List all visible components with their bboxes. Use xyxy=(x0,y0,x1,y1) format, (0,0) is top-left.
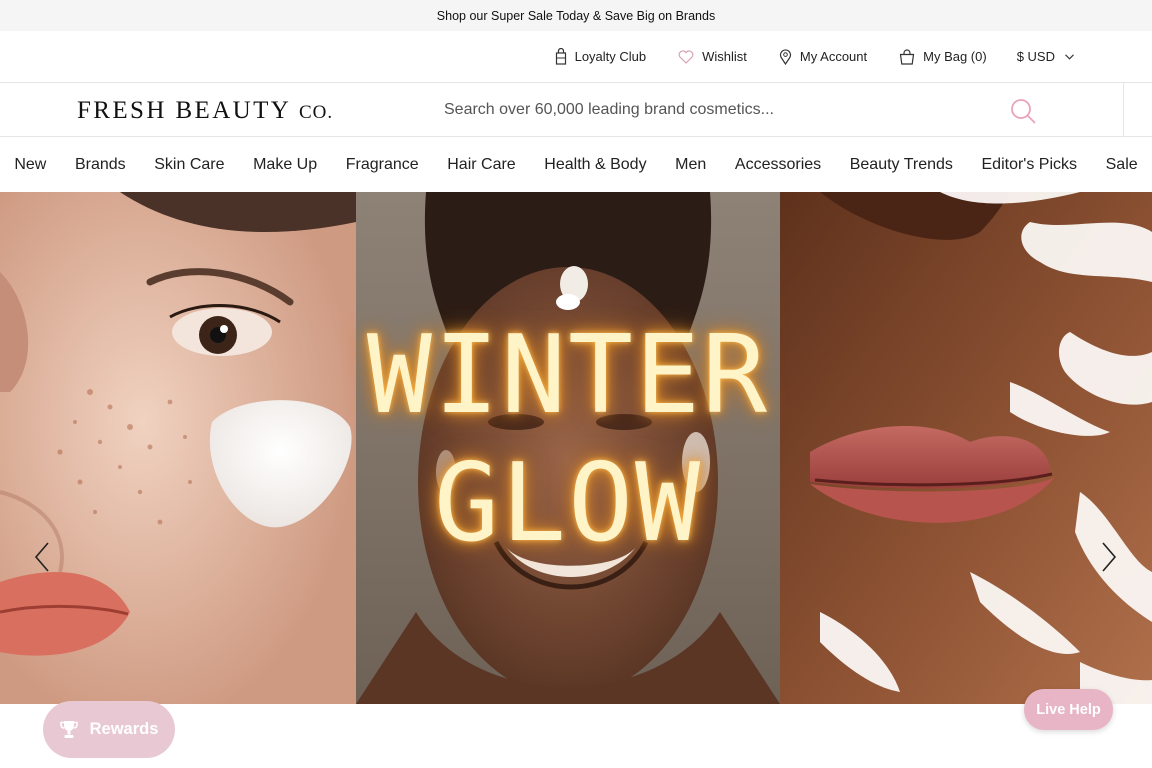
search-button[interactable] xyxy=(1008,96,1040,126)
search-icon xyxy=(1011,99,1036,124)
nav-item-accessories[interactable]: Accessories xyxy=(735,156,821,174)
promo-bar: Shop our Super Sale Today & Save Big on … xyxy=(0,0,1152,31)
my-account-link[interactable]: My Account xyxy=(779,48,868,65)
chevron-right-icon xyxy=(1102,542,1117,572)
hero-headline: WINTER GLOW xyxy=(356,312,780,568)
loyalty-club-label: Loyalty Club xyxy=(574,49,647,64)
nav-item-skin-care[interactable]: Skin Care xyxy=(154,156,224,174)
freckled-face-illustration xyxy=(0,192,356,704)
logo-main-text: FRESH BEAUTY xyxy=(77,97,299,124)
bag-icon xyxy=(899,48,915,65)
logo-suffix-text: CO. xyxy=(298,102,334,123)
nav-item-new[interactable]: New xyxy=(14,156,46,174)
chevron-left-icon xyxy=(34,542,49,572)
nav-item-brands[interactable]: Brands xyxy=(75,156,126,174)
chevron-down-icon xyxy=(1065,53,1074,60)
my-account-label: My Account xyxy=(799,49,868,64)
nav-item-make-up[interactable]: Make Up xyxy=(253,156,317,174)
header-search-row: FRESH BEAUTY CO. xyxy=(0,83,1152,137)
search-input[interactable] xyxy=(430,93,990,127)
live-help-label: Live Help xyxy=(1036,701,1101,718)
nav-item-beauty-trends[interactable]: Beauty Trends xyxy=(850,156,953,174)
nav-item-health-body[interactable]: Health & Body xyxy=(544,156,646,174)
promo-text[interactable]: Shop our Super Sale Today & Save Big on … xyxy=(437,9,715,23)
store-icon xyxy=(555,48,566,65)
hero-image-left xyxy=(0,192,356,704)
hero-image-right xyxy=(780,192,1152,704)
carousel-next-button[interactable] xyxy=(1097,540,1121,574)
wishlist-link[interactable]: Wishlist xyxy=(678,49,747,64)
brand-logo[interactable]: FRESH BEAUTY CO. xyxy=(77,97,333,125)
hero-banner[interactable]: WINTER GLOW xyxy=(0,192,1152,704)
utility-bar: Loyalty Club Wishlist My Account My Bag … xyxy=(0,31,1152,83)
rewards-button[interactable]: Rewards xyxy=(43,701,175,758)
carousel-prev-button[interactable] xyxy=(30,540,54,574)
nav-item-men[interactable]: Men xyxy=(675,156,706,174)
currency-selector[interactable]: $ USD xyxy=(1017,49,1074,64)
header-divider xyxy=(1123,83,1124,137)
nav-item-sale[interactable]: Sale xyxy=(1106,156,1138,174)
heart-icon xyxy=(678,49,694,64)
my-bag-label: My Bag (0) xyxy=(923,49,987,64)
live-help-button[interactable]: Live Help xyxy=(1024,689,1113,730)
rewards-label: Rewards xyxy=(89,720,159,738)
hero-headline-line2: GLOW xyxy=(433,441,703,566)
nav-item-editors-picks[interactable]: Editor's Picks xyxy=(982,156,1078,174)
user-pin-icon xyxy=(779,48,791,65)
trophy-icon xyxy=(59,720,78,738)
main-nav: New Brands Skin Care Make Up Fragrance H… xyxy=(0,137,1152,192)
loyalty-club-link[interactable]: Loyalty Club xyxy=(555,48,647,65)
wishlist-label: Wishlist xyxy=(702,49,747,64)
hero-headline-line1: WINTER xyxy=(366,313,770,438)
currency-label: $ USD xyxy=(1016,49,1055,64)
nav-item-hair-care[interactable]: Hair Care xyxy=(447,156,515,174)
nav-item-fragrance[interactable]: Fragrance xyxy=(346,156,419,174)
lips-cream-illustration xyxy=(780,192,1152,704)
my-bag-link[interactable]: My Bag (0) xyxy=(899,48,987,65)
